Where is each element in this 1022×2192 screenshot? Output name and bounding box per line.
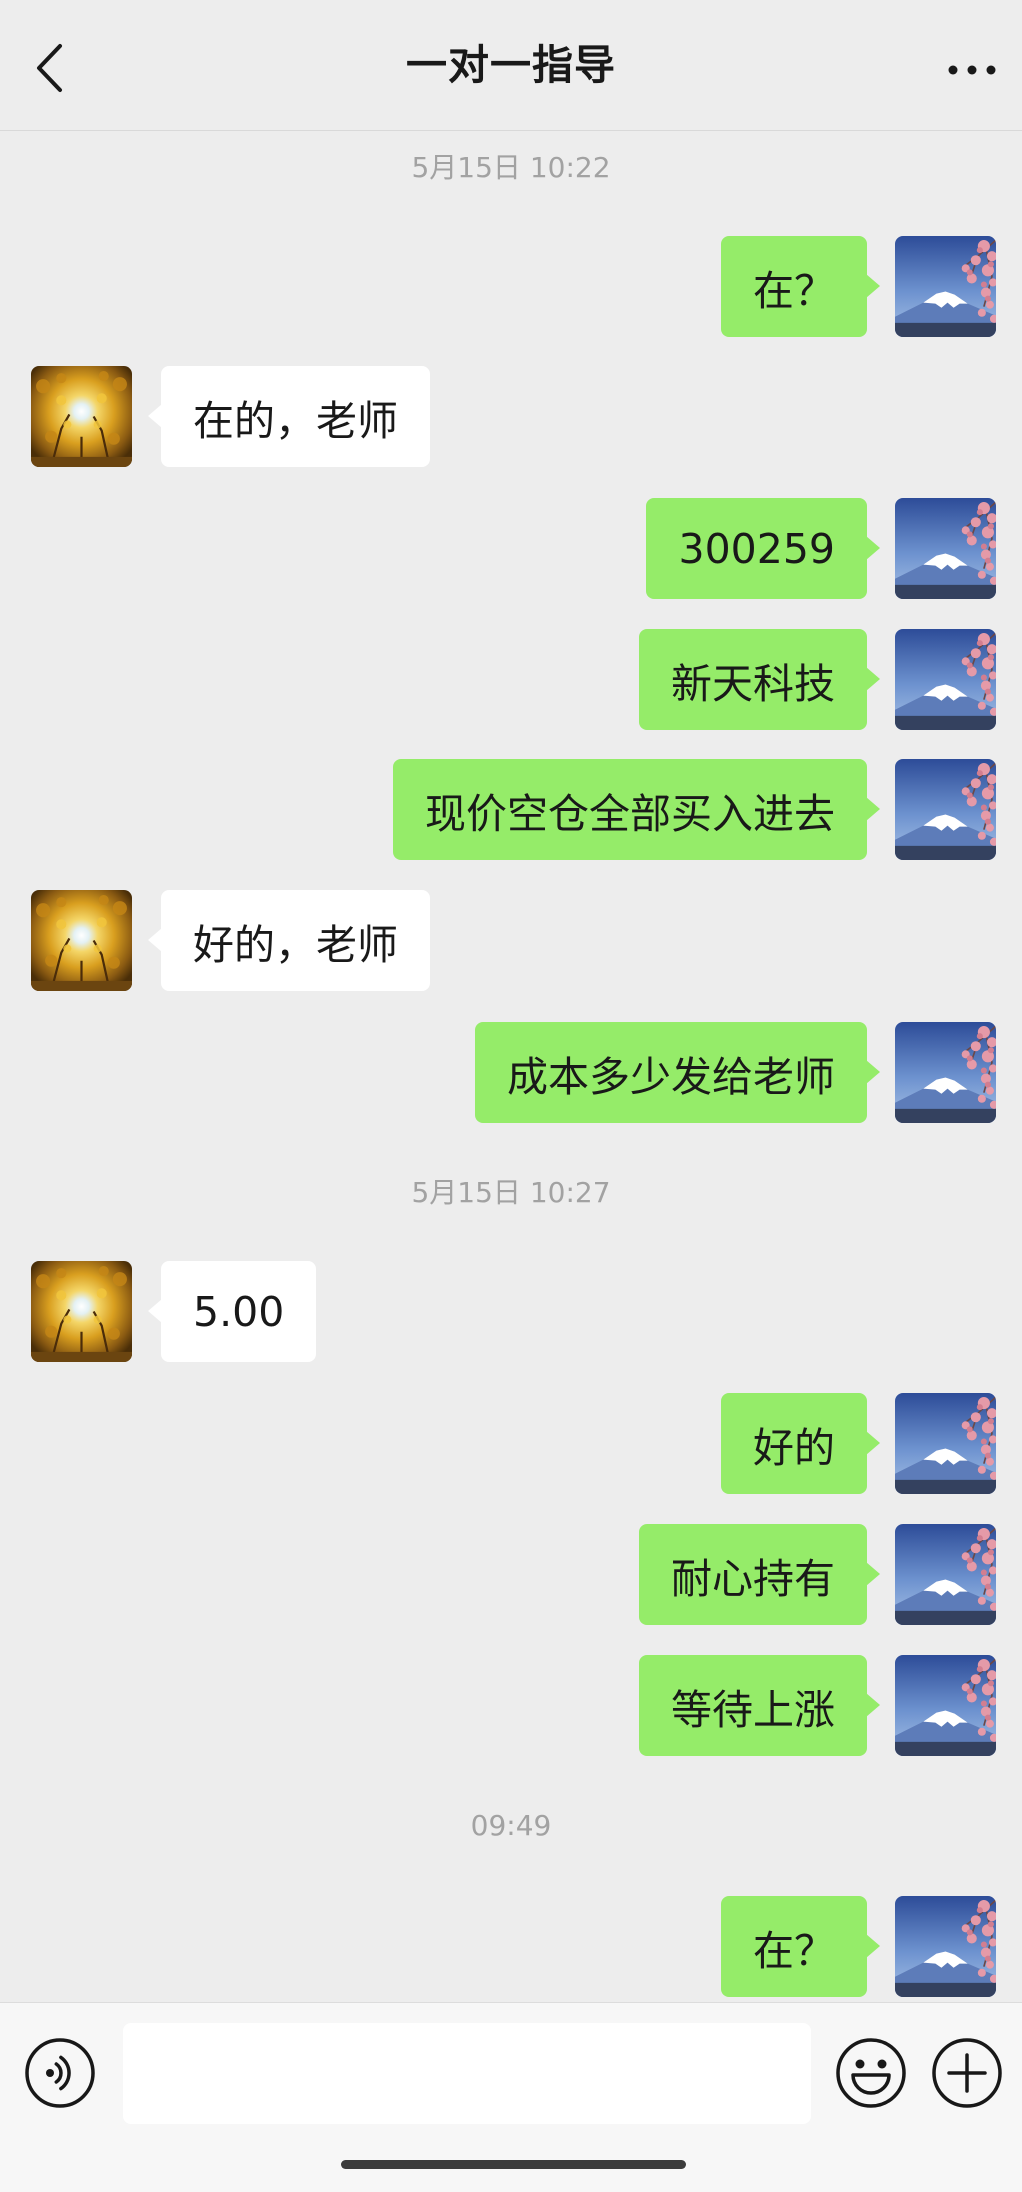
plus-icon[interactable] xyxy=(929,2035,1005,2111)
sent-message-bubble[interactable]: 耐心持有 xyxy=(639,1524,880,1625)
chat-header: 一对一指导 xyxy=(0,0,1022,131)
more-dots-icon[interactable] xyxy=(940,58,1004,82)
my-avatar[interactable] xyxy=(895,1393,996,1494)
timestamp: 5月15日 10:22 xyxy=(411,151,611,184)
contact-avatar[interactable] xyxy=(31,1261,132,1362)
sent-message-bubble[interactable]: 在？ xyxy=(721,236,880,337)
received-message-bubble[interactable]: 5.00 xyxy=(147,1261,317,1362)
home-indicator[interactable] xyxy=(341,2160,686,2169)
voice-icon[interactable] xyxy=(22,2035,98,2111)
emoji-icon[interactable] xyxy=(833,2035,909,2111)
contact-avatar[interactable] xyxy=(31,366,132,467)
sent-message-bubble[interactable]: 成本多少发给老师 xyxy=(475,1022,880,1123)
my-avatar[interactable] xyxy=(895,1524,996,1625)
timestamp: 5月15日 10:27 xyxy=(411,1176,611,1209)
received-message-bubble[interactable]: 在的，老师 xyxy=(148,366,430,467)
sent-message-bubble[interactable]: 在？ xyxy=(721,1896,880,1997)
my-avatar[interactable] xyxy=(895,498,996,599)
sent-message-bubble[interactable]: 新天科技 xyxy=(639,629,880,730)
contact-avatar[interactable] xyxy=(31,890,132,991)
chat-title: 一对一指导 xyxy=(406,41,616,89)
sent-message-bubble[interactable]: 好的 xyxy=(721,1393,880,1494)
my-avatar[interactable] xyxy=(895,236,996,337)
my-avatar[interactable] xyxy=(895,629,996,730)
timestamp: 09:49 xyxy=(470,1809,552,1842)
message-input[interactable] xyxy=(123,2023,811,2124)
received-message-bubble[interactable]: 好的，老师 xyxy=(148,890,430,991)
chat-area[interactable]: 5月15日 10:22 在？ 在的，老师 300259 新天科技 现价空仓全部买… xyxy=(0,0,1022,2002)
my-avatar[interactable] xyxy=(895,1655,996,1756)
sent-message-bubble[interactable]: 等待上涨 xyxy=(639,1655,880,1756)
my-avatar[interactable] xyxy=(895,759,996,860)
my-avatar[interactable] xyxy=(895,1896,996,1997)
sent-message-bubble[interactable]: 300259 xyxy=(646,498,880,599)
sent-message-bubble[interactable]: 现价空仓全部买入进去 xyxy=(393,759,880,860)
my-avatar[interactable] xyxy=(895,1022,996,1123)
